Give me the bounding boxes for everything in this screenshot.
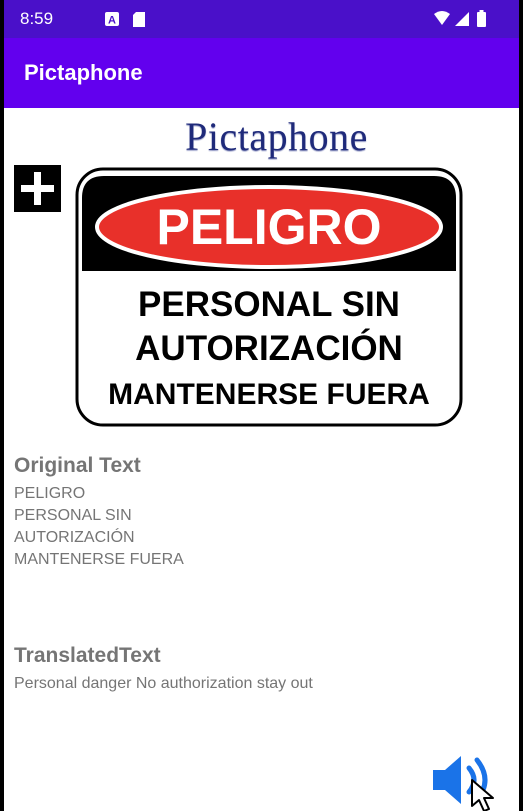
- app-screen: 8:59 A Pictaphone Pictaphone PELIGRO PER…: [4, 0, 519, 811]
- sign-header-text: PELIGRO: [156, 199, 381, 255]
- accessibility-a-icon: A: [104, 11, 120, 32]
- translated-text-heading: TranslatedText: [14, 644, 161, 667]
- system-status-icons: [433, 10, 495, 28]
- app-bar: Pictaphone: [4, 38, 519, 108]
- sd-card-icon: [132, 11, 146, 33]
- svg-text:A: A: [108, 15, 116, 27]
- sign-line-3: MANTENERSE FUERA: [108, 378, 430, 411]
- status-bar: 8:59 A: [4, 0, 519, 38]
- wifi-icon: [434, 10, 486, 27]
- original-text-content: PELIGRO PERSONAL SIN AUTORIZACIÓN MANTEN…: [14, 485, 184, 568]
- status-time: 8:59: [20, 9, 54, 28]
- sign-line-2: AUTORIZACIÓN: [135, 328, 403, 368]
- mouse-cursor-icon: [471, 779, 494, 811]
- translated-text-content: Personal danger No authorization stay ou…: [14, 675, 313, 692]
- add-image-button[interactable]: [14, 165, 61, 212]
- original-text-heading: Original Text: [14, 454, 141, 477]
- app-title: Pictaphone: [24, 60, 143, 85]
- plus-icon: [21, 172, 54, 205]
- sign-image: PELIGRO PERSONAL SIN AUTORIZACIÓN MANTEN…: [75, 167, 463, 427]
- sign-line-1: PERSONAL SIN: [138, 285, 400, 324]
- app-logo: Pictaphone: [185, 114, 368, 159]
